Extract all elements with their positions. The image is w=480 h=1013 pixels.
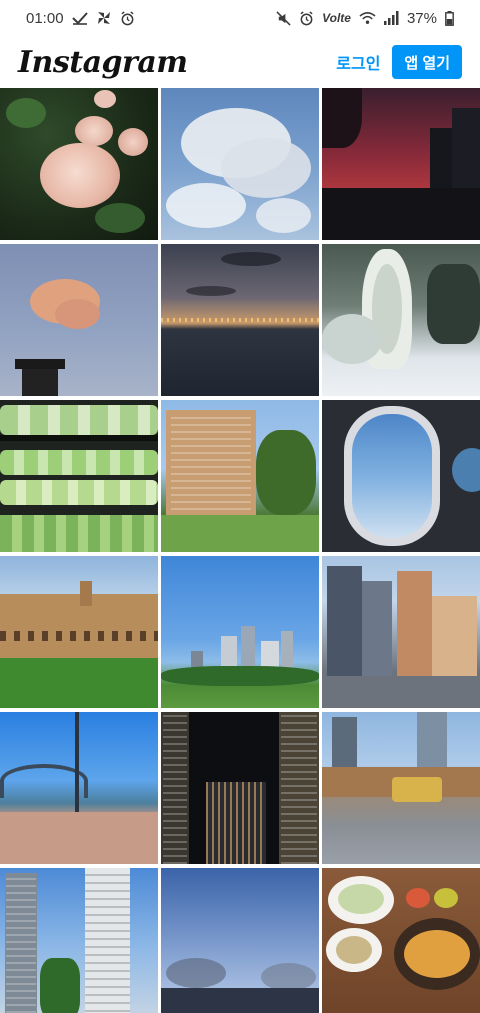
photo-tile-pink-cloud[interactable] xyxy=(0,244,158,396)
photo-tile-red-sunset[interactable] xyxy=(322,88,480,240)
photo-tile-snowy-trees[interactable] xyxy=(322,244,480,396)
photo-tile-apartment[interactable] xyxy=(161,400,319,552)
photo-tile-airplane-window[interactable] xyxy=(322,400,480,552)
wifi-icon xyxy=(359,11,376,25)
photo-tile-tall-towers[interactable] xyxy=(0,868,158,1013)
signal-icon xyxy=(383,11,399,25)
photo-tile-food[interactable] xyxy=(322,868,480,1013)
volte-label: Volte xyxy=(322,11,351,25)
app-header: Instagram 로그인 앱 열기 xyxy=(0,36,480,88)
photo-tile-vegetables[interactable] xyxy=(0,400,158,552)
check-icon xyxy=(71,11,88,25)
status-left: 01:00 xyxy=(26,10,135,27)
photo-tile-blue-sky[interactable] xyxy=(161,868,319,1013)
photo-tile-dusk-lake[interactable] xyxy=(161,244,319,396)
status-bar: 01:00 Volte 37% xyxy=(0,0,480,36)
status-right: Volte 37% xyxy=(276,10,454,27)
photo-tile-city-park[interactable] xyxy=(161,556,319,708)
pinwheel-icon xyxy=(96,10,112,26)
photo-grid xyxy=(0,88,480,1013)
instagram-logo[interactable]: Instagram xyxy=(18,45,188,80)
battery-text: 37% xyxy=(406,9,437,27)
photo-tile-university[interactable] xyxy=(0,556,158,708)
photo-tile-city-street[interactable] xyxy=(322,556,480,708)
mute-icon xyxy=(276,10,291,26)
photo-tile-clouds[interactable] xyxy=(161,88,319,240)
alarm-icon xyxy=(299,10,314,26)
photo-tile-tram-street[interactable] xyxy=(322,712,480,864)
photo-tile-night-towers[interactable] xyxy=(161,712,319,864)
status-time: 01:00 xyxy=(26,9,64,27)
open-app-button[interactable]: 앱 열기 xyxy=(392,45,462,79)
photo-tile-harbour-bridge[interactable] xyxy=(0,712,158,864)
battery-icon xyxy=(445,10,454,26)
login-link[interactable]: 로그인 xyxy=(336,50,380,74)
alarm-icon xyxy=(120,10,135,26)
header-actions: 로그인 앱 열기 xyxy=(336,45,462,79)
photo-tile-roses[interactable] xyxy=(0,88,158,240)
